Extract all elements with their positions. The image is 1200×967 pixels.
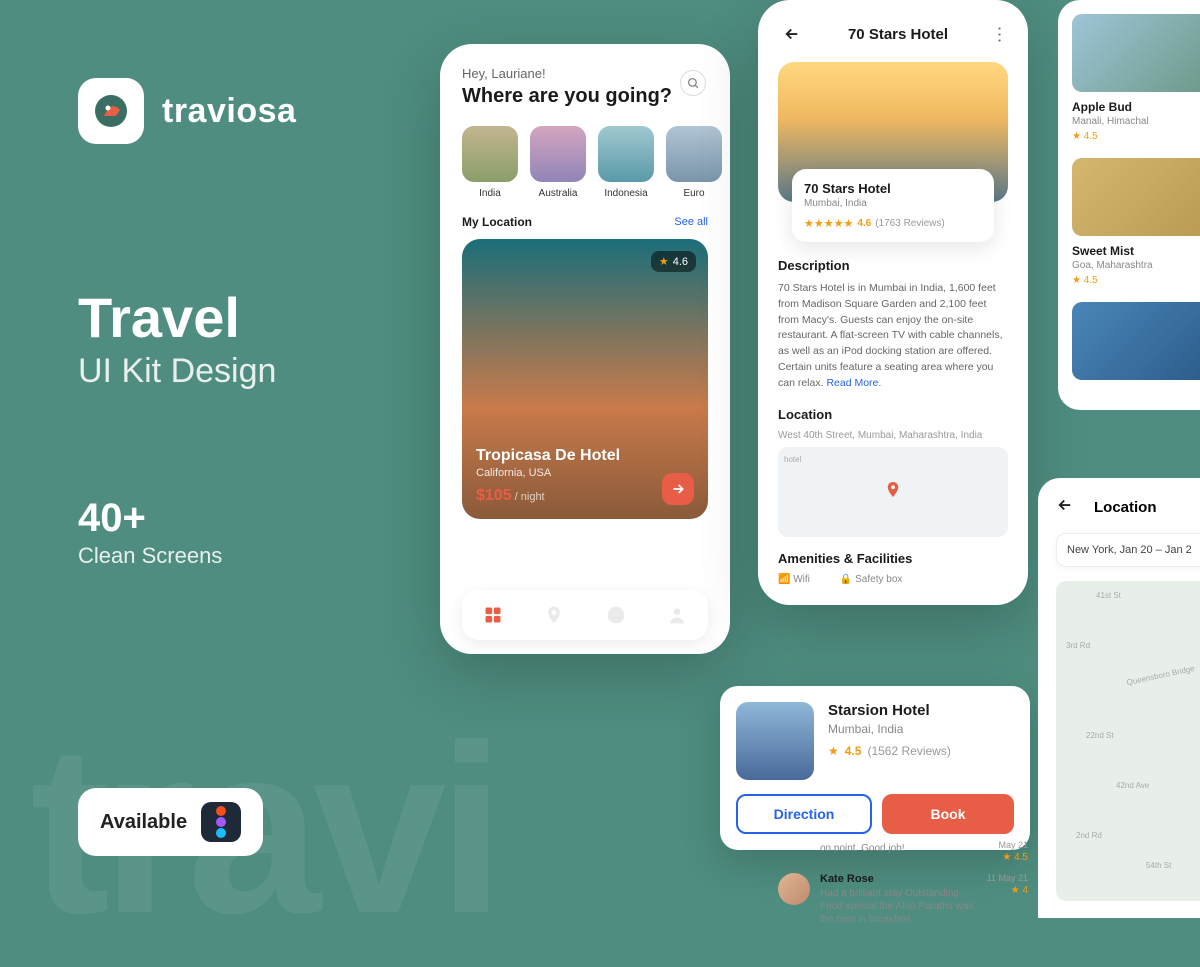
reviews-list: on point. Good job! May 21★ 4.5 Kate Ros… xyxy=(778,840,1028,936)
book-button[interactable]: Book xyxy=(882,794,1014,834)
logo-row: traviosa xyxy=(78,78,296,144)
headline-title: Travel xyxy=(78,290,276,346)
page-title: 70 Stars Hotel xyxy=(848,26,948,43)
category-australia[interactable]: Australia xyxy=(530,126,586,199)
description-text: 70 Stars Hotel is in Mumbai in India, 1,… xyxy=(778,281,1008,391)
tab-home[interactable] xyxy=(483,605,503,625)
starsion-rating: ★ 4.5 (1562 Reviews) xyxy=(828,744,951,758)
screens-label: Clean Screens xyxy=(78,543,222,569)
location-heading: Location xyxy=(778,407,1008,422)
featured-location: California, USA xyxy=(476,467,694,479)
headline: Where are you going? xyxy=(462,85,708,108)
back-button[interactable] xyxy=(1056,496,1074,519)
featured-card[interactable]: ★4.6 Tropicasa De Hotel California, USA … xyxy=(462,239,708,519)
review-item: on point. Good job! May 21★ 4.5 xyxy=(778,840,1028,863)
greeting: Hey, Lauriane! xyxy=(462,66,708,81)
map-pin-icon xyxy=(884,481,902,504)
amenity-wifi: 📶 Wifi xyxy=(778,574,810,585)
count-block: 40+ Clean Screens xyxy=(78,496,222,569)
headline-subtitle: UI Kit Design xyxy=(78,352,276,391)
section-label: My Location xyxy=(462,215,532,229)
map-preview[interactable]: hotel xyxy=(778,447,1008,537)
list-screen: Apple Bud Manali, Himachal 4.5 Sweet Mis… xyxy=(1058,0,1200,410)
tab-location[interactable] xyxy=(544,605,564,625)
hotel-image: 70 Stars Hotel Mumbai, India ★★★★★ 4.6 (… xyxy=(778,62,1008,202)
category-india[interactable]: India xyxy=(462,126,518,199)
home-screen: Hey, Lauriane! Where are you going? Indi… xyxy=(440,44,730,654)
starsion-location: Mumbai, India xyxy=(828,722,951,736)
screens-count: 40+ xyxy=(78,496,222,541)
category-row: India Australia Indonesia Euro xyxy=(440,108,730,199)
search-button[interactable] xyxy=(680,70,706,96)
avatar xyxy=(778,873,810,905)
date-search-bar[interactable]: New York, Jan 20 – Jan 2 xyxy=(1056,533,1200,567)
available-badge: Available xyxy=(78,788,263,856)
starsion-card: Starsion Hotel Mumbai, India ★ 4.5 (1562… xyxy=(720,686,1030,850)
list-item[interactable]: Apple Bud Manali, Himachal 4.5 xyxy=(1072,14,1200,142)
rating-row: ★★★★★ 4.6 (1763 Reviews) xyxy=(804,217,982,230)
tab-chat[interactable] xyxy=(606,605,626,625)
tab-bar xyxy=(462,590,708,640)
amenities-row: 📶 Wifi 🔒 Safety box xyxy=(778,574,1008,585)
description-heading: Description xyxy=(778,258,1008,273)
back-button[interactable] xyxy=(778,20,806,48)
tab-profile[interactable] xyxy=(667,605,687,625)
list-item[interactable] xyxy=(1072,302,1200,380)
hotel-name: 70 Stars Hotel xyxy=(804,181,982,196)
logo-icon xyxy=(78,78,144,144)
review-item: Kate Rose Had a brilliant stay Outstandi… xyxy=(778,873,1028,926)
arrow-button[interactable] xyxy=(662,473,694,505)
hotel-card: 70 Stars Hotel Mumbai, India ★★★★★ 4.6 (… xyxy=(792,169,994,242)
see-all-link[interactable]: See all xyxy=(674,216,708,228)
hotel-location: Mumbai, India xyxy=(804,198,982,209)
amenities-heading: Amenities & Facilities xyxy=(778,551,1008,566)
direction-button[interactable]: Direction xyxy=(736,794,872,834)
starsion-name: Starsion Hotel xyxy=(828,702,951,719)
starsion-image xyxy=(736,702,814,780)
figma-icon xyxy=(201,802,241,842)
logo-text: traviosa xyxy=(162,92,296,131)
map-view[interactable]: 41st St 3rd Rd Queensboro Bridge 22nd St… xyxy=(1056,581,1200,901)
more-button[interactable]: ⋯ xyxy=(988,25,1009,43)
category-indonesia[interactable]: Indonesia xyxy=(598,126,654,199)
address-text: West 40th Street, Mumbai, Maharashtra, I… xyxy=(778,430,1008,441)
available-label: Available xyxy=(100,811,187,834)
featured-rating: ★4.6 xyxy=(651,251,696,272)
headline: Travel UI Kit Design xyxy=(78,290,276,391)
list-item[interactable]: Sweet Mist Goa, Maharashtra 4.5 xyxy=(1072,158,1200,286)
category-europe[interactable]: Euro xyxy=(666,126,722,199)
map-title: Location xyxy=(1094,499,1157,516)
read-more-link[interactable]: Read More xyxy=(826,377,878,389)
map-screen: Location New York, Jan 20 – Jan 2 41st S… xyxy=(1038,478,1200,918)
detail-screen: 70 Stars Hotel ⋯ 70 Stars Hotel Mumbai, … xyxy=(758,0,1028,605)
featured-title: Tropicasa De Hotel xyxy=(476,447,694,465)
amenity-safety: 🔒 Safety box xyxy=(840,574,903,585)
